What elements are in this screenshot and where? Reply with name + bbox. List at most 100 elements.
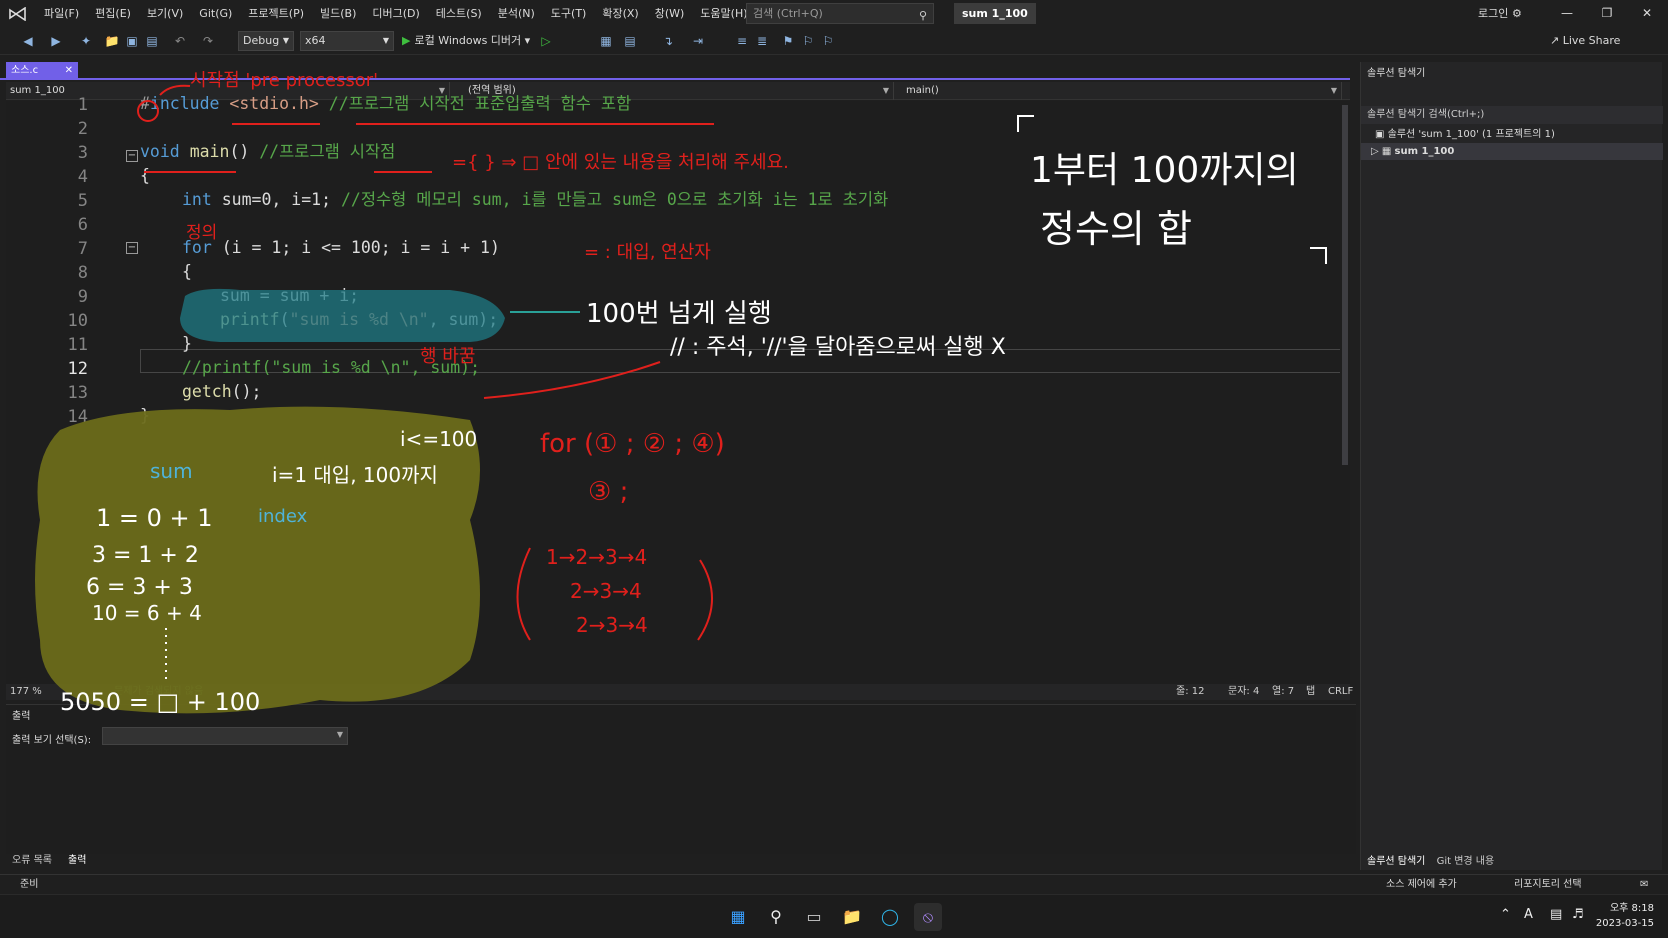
expand-icon[interactable]: ▷ (1371, 146, 1382, 157)
layout-icon[interactable]: ▤ (622, 33, 638, 49)
redo-icon[interactable]: ↷ (200, 33, 216, 49)
menu-git[interactable]: Git(G) (191, 0, 240, 27)
vertical-scrollbar[interactable] (1340, 101, 1350, 684)
issues-status[interactable]: 문제가 검색되지 않음 (114, 684, 203, 700)
fold-toggle-main[interactable]: − (126, 150, 138, 162)
select-repository[interactable]: 리포지토리 선택 (1514, 875, 1582, 895)
play-icon: ▶ (402, 34, 411, 47)
tree-item-solution[interactable]: ▣ 솔루션 'sum 1_100' (1 프로젝트의 1) (1375, 126, 1555, 143)
code-line-11: } (182, 334, 192, 353)
menu-analyze[interactable]: 분석(N) (490, 0, 543, 27)
line-number: 6 (77, 215, 88, 235)
eol-indicator[interactable]: CRLF (1328, 684, 1353, 700)
restore-button[interactable]: ❐ (1588, 0, 1626, 27)
start-debugging-button[interactable]: ▶ 로컬 Windows 디버거 ▾ (402, 31, 530, 51)
solution-panel-tabs: 솔루션 탐색기 Git 변경 내용 (1367, 852, 1502, 867)
save-icon[interactable]: ▣ (124, 33, 140, 49)
windows-start-icon[interactable]: ▦ (724, 903, 752, 931)
menu-project[interactable]: 프로젝트(P) (240, 0, 312, 27)
configuration-select[interactable]: Debug ▼ (238, 31, 294, 51)
visual-studio-logo-icon[interactable] (0, 0, 36, 27)
platform-select[interactable]: x64 ▼ (300, 31, 394, 51)
visual-studio-taskbar-icon[interactable]: ⦸ (914, 903, 942, 931)
notification-icon[interactable]: ✉ (1640, 875, 1648, 895)
menu-test[interactable]: 테스트(S) (428, 0, 490, 27)
menu-edit[interactable]: 편집(E) (87, 0, 139, 27)
line-number: 10 (67, 311, 88, 331)
bookmark-prev-icon[interactable]: ⚐ (800, 33, 816, 49)
line-number-gutter: 1 2 3 4 5 6 7 8 9 10 11 12 13 14 (6, 95, 116, 684)
code-line-5: int sum=0, i=1; //정수형 메모리 sum, i를 만들고 su… (182, 190, 889, 209)
output-source-select[interactable]: ▼ (102, 727, 348, 745)
edge-browser-icon[interactable]: ◯ (876, 903, 904, 931)
code-line-13: getch(); (182, 382, 262, 401)
solution-name-badge: sum 1_100 (954, 3, 1036, 24)
close-window-button[interactable]: ✕ (1628, 0, 1666, 27)
configuration-value: Debug (243, 34, 280, 47)
zoom-level[interactable]: 177 % (10, 684, 42, 700)
forward-icon[interactable]: ▶ (48, 33, 64, 49)
new-project-icon[interactable]: ✦ (78, 33, 94, 49)
platform-value: x64 (305, 34, 326, 47)
tab-output[interactable]: 출력 (64, 852, 90, 870)
indent-icon[interactable]: ⇥ (690, 33, 706, 49)
member-dropdown[interactable]: main() ▼ (902, 82, 1342, 100)
live-share-label: Live Share (1562, 34, 1621, 47)
tree-item-project[interactable]: ▷ ▦ sum 1_100 (1361, 143, 1663, 160)
menu-build[interactable]: 빌드(B) (312, 0, 364, 27)
menu-window[interactable]: 창(W) (647, 0, 693, 27)
comment-icon[interactable]: ≡ (734, 33, 750, 49)
tab-solution-explorer[interactable]: 솔루션 탐색기 (1367, 856, 1425, 867)
undo-icon[interactable]: ↶ (172, 33, 188, 49)
tab-error-list[interactable]: 오류 목록 (8, 852, 56, 870)
line-number: 7 (77, 239, 88, 259)
indent-indicator[interactable]: 탭 (1306, 684, 1315, 700)
step-icon[interactable]: ↴ (660, 33, 676, 49)
menu-bar: 파일(F) 편집(E) 보기(V) Git(G) 프로젝트(P) 빌드(B) 디… (0, 0, 1668, 27)
solution-label: 솔루션 'sum 1_100' (1 프로젝트의 1) (1387, 129, 1555, 140)
line-number-current: 12 (67, 359, 88, 379)
line-number: 5 (77, 191, 88, 211)
menu-tools[interactable]: 도구(T) (543, 0, 595, 27)
account-icon[interactable]: ⚙ (1512, 0, 1522, 27)
start-without-debugging-icon[interactable]: ▷ (538, 33, 554, 49)
document-tabs: 소스.c ✕ (0, 62, 1350, 80)
back-icon[interactable]: ◀ (20, 33, 36, 49)
save-all-icon[interactable]: ▤ (144, 33, 160, 49)
code-line-4: { (140, 166, 150, 185)
add-to-source-control[interactable]: 소스 제어에 추가 (1386, 875, 1457, 895)
tab-source-c[interactable]: 소스.c ✕ (6, 62, 78, 80)
file-explorer-icon[interactable]: 📁 (838, 903, 866, 931)
ime-indicator-icon[interactable]: A (1524, 907, 1533, 922)
solution-explorer-search[interactable]: 솔루션 탐색기 검색(Ctrl+;) (1361, 106, 1663, 124)
volume-icon[interactable]: ♬ (1572, 907, 1584, 922)
open-folder-icon[interactable]: 📁 (104, 33, 120, 49)
search-input[interactable]: 검색 (Ctrl+Q) ⚲ (746, 3, 934, 24)
bookmark-icon[interactable]: ⚑ (780, 33, 796, 49)
search-taskbar-icon[interactable]: ⚲ (762, 903, 790, 931)
system-clock[interactable]: 오후 8:18 2023-03-15 (1596, 901, 1654, 931)
output-source-label: 출력 보기 선택(S): (12, 735, 92, 746)
close-tab-icon[interactable]: ✕ (65, 62, 73, 80)
bookmark-next-icon[interactable]: ⚐ (820, 33, 836, 49)
network-icon[interactable]: ▤ (1550, 907, 1562, 922)
login-link[interactable]: 로그인 (1478, 0, 1508, 27)
menu-file[interactable]: 파일(F) (36, 0, 87, 27)
fold-toggle-for[interactable]: − (126, 242, 138, 254)
uncomment-icon[interactable]: ≣ (754, 33, 770, 49)
menu-view[interactable]: 보기(V) (139, 0, 191, 27)
menu-extensions[interactable]: 확장(X) (594, 0, 646, 27)
project-label: sum 1_100 (1394, 146, 1455, 157)
task-view-icon[interactable]: ▭ (800, 903, 828, 931)
scrollbar-thumb[interactable] (1342, 105, 1348, 465)
tab-git-changes[interactable]: Git 변경 내용 (1437, 856, 1495, 867)
minimize-button[interactable]: — (1548, 0, 1586, 27)
live-share-button[interactable]: ↗ Live Share (1550, 32, 1620, 50)
browse-icon[interactable]: ▦ (598, 33, 614, 49)
menu-debug[interactable]: 디버그(D) (364, 0, 427, 27)
ready-status: 준비 (20, 879, 39, 890)
tray-chevron-icon[interactable]: ⌃ (1500, 907, 1511, 922)
line-number: 3 (77, 143, 88, 163)
code-line-10: printf("sum is %d \n", sum); (220, 310, 499, 329)
line-number: 2 (77, 119, 88, 139)
